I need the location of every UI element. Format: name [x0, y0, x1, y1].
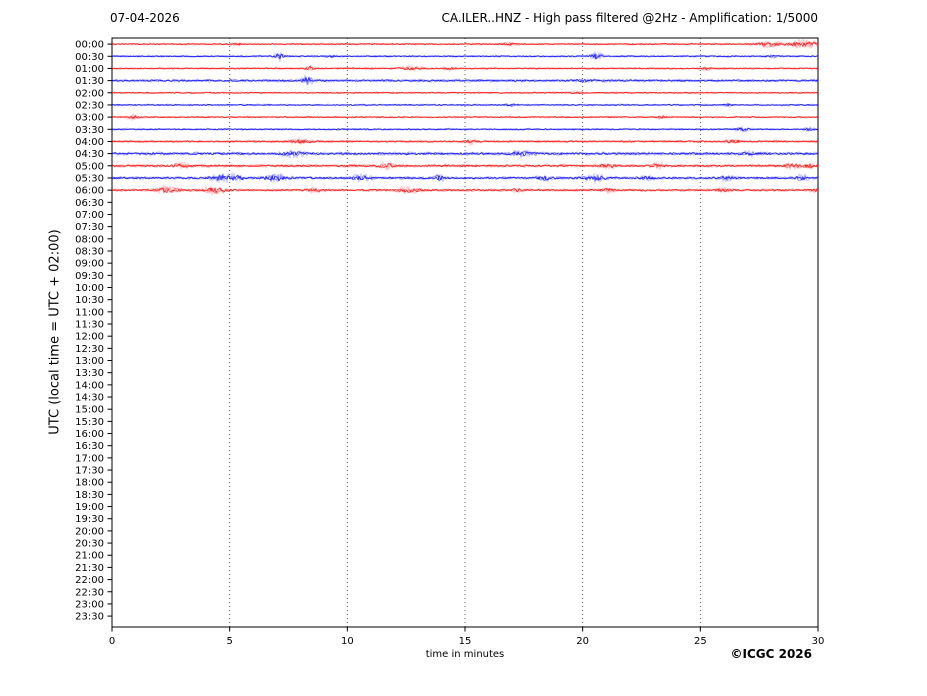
- y-tick-label: 21:30: [75, 563, 104, 574]
- y-tick-label: 01:30: [75, 76, 104, 87]
- helicorder-plot: 00:0000:3001:0001:3002:0002:30 03:0003:30…: [0, 0, 927, 696]
- y-tick-label: 12:30: [75, 344, 104, 355]
- y-tick-label: 15:00: [75, 405, 104, 416]
- y-tick-label: 00:30: [75, 52, 104, 63]
- y-tick-label: 11:30: [75, 320, 104, 331]
- y-tick-label: 10:00: [75, 283, 104, 294]
- y-tick-label: 10:30: [75, 295, 104, 306]
- y-tick-label: 18:00: [75, 478, 104, 489]
- y-tick-label: 03:00: [75, 113, 104, 124]
- y-tick-label: 02:30: [75, 100, 104, 111]
- y-tick-label: 14:00: [75, 380, 104, 391]
- y-tick-label: 04:30: [75, 149, 104, 160]
- y-tick-label: 14:30: [75, 393, 104, 404]
- y-tick-label: 09:30: [75, 271, 104, 282]
- x-tick-label: 30: [812, 636, 825, 647]
- y-tick-label: 23:00: [75, 599, 104, 610]
- y-tick-label: 20:30: [75, 539, 104, 550]
- y-tick-label: 18:30: [75, 490, 104, 501]
- y-tick-label: 13:30: [75, 368, 104, 379]
- y-tick-label: 05:30: [75, 173, 104, 184]
- y-tick-label: 17:00: [75, 453, 104, 464]
- y-tick-label: 03:30: [75, 125, 104, 136]
- y-tick-label: 12:00: [75, 332, 104, 343]
- y-tick-label: 05:00: [75, 161, 104, 172]
- y-tick-label: 01:00: [75, 64, 104, 75]
- helicorder-figure: 07-04-2026 CA.ILER..HNZ - High pass filt…: [0, 0, 927, 696]
- y-tick-label: 16:00: [75, 429, 104, 440]
- x-tick-label: 5: [226, 636, 232, 647]
- y-tick-label: 22:30: [75, 587, 104, 598]
- y-tick-label: 00:00: [75, 40, 104, 51]
- y-tick-label: 16:30: [75, 441, 104, 452]
- x-tick-label: 0: [109, 636, 115, 647]
- x-tick-label: 10: [341, 636, 354, 647]
- x-tick-label: 15: [459, 636, 472, 647]
- y-tick-label: 06:30: [75, 198, 104, 209]
- y-tick-label: 19:00: [75, 502, 104, 513]
- y-tick-label: 04:00: [75, 137, 104, 148]
- y-tick-label: 17:30: [75, 466, 104, 477]
- x-axis-label: time in minutes: [426, 649, 505, 660]
- x-tick-label: 25: [694, 636, 707, 647]
- y-tick-label: 13:00: [75, 356, 104, 367]
- copyright-label: ©ICGC 2026: [730, 647, 812, 661]
- x-tick-label: 20: [576, 636, 589, 647]
- y-tick-label: 22:00: [75, 575, 104, 586]
- y-tick-label: 09:00: [75, 259, 104, 270]
- y-tick-label: 21:00: [75, 551, 104, 562]
- y-tick-label: 06:00: [75, 186, 104, 197]
- trace-row-0030: [112, 52, 818, 61]
- y-tick-label: 11:00: [75, 307, 104, 318]
- y-tick-label: 08:00: [75, 234, 104, 245]
- y-tick-label: 23:30: [75, 612, 104, 623]
- y-tick-label: 20:00: [75, 526, 104, 537]
- y-tick-label: 02:00: [75, 88, 104, 99]
- y-tick-label: 19:30: [75, 514, 104, 525]
- y-tick-label: 08:30: [75, 246, 104, 257]
- y-tick-label: 07:30: [75, 222, 104, 233]
- y-tick-label: 07:00: [75, 210, 104, 221]
- y-tick-label: 15:30: [75, 417, 104, 428]
